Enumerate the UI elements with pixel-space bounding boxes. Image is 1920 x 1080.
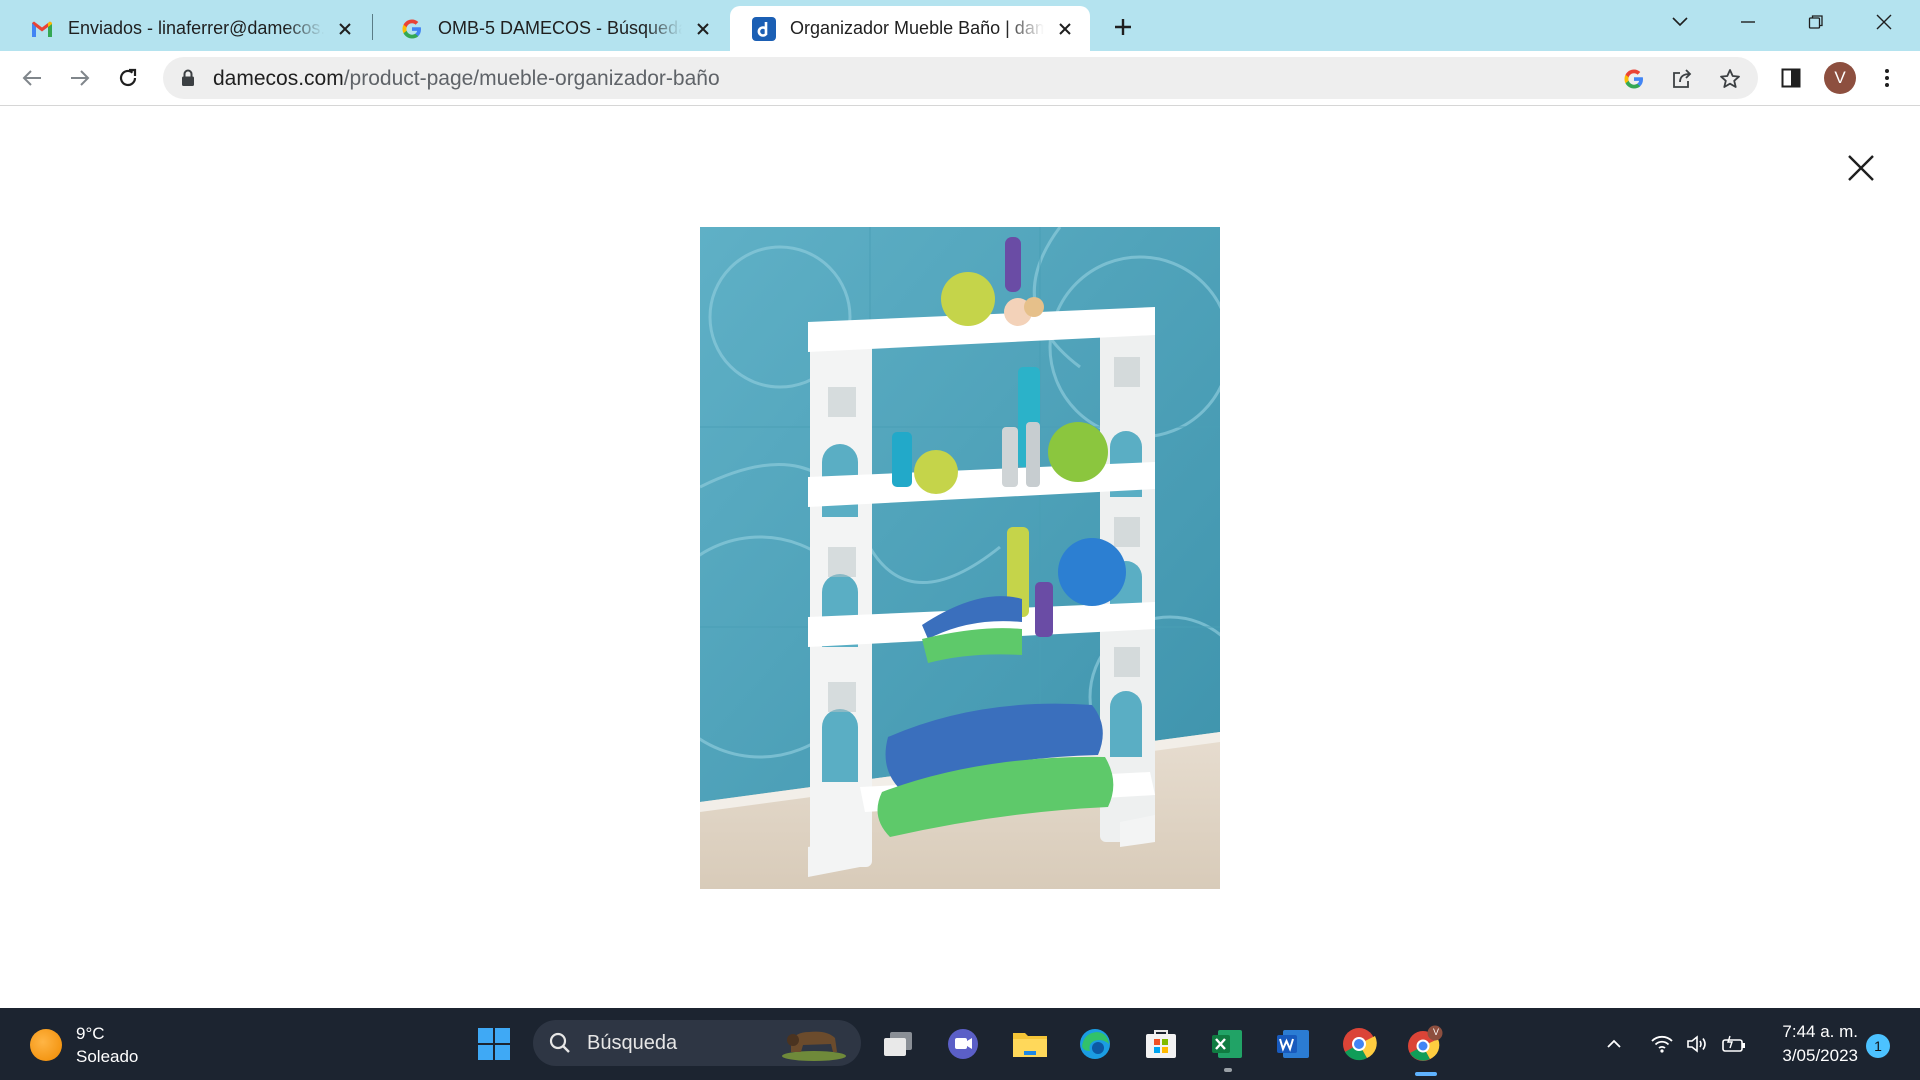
clock-time: 7:44 a. m. [1782,1022,1858,1041]
start-windows-icon[interactable] [474,1024,514,1064]
tab-google-search[interactable]: OMB-5 DAMECOS - Búsqueda de Google [378,6,728,51]
tab-separator [372,14,373,40]
teams-chat-icon[interactable] [943,1024,983,1064]
tab-close-icon[interactable] [1054,18,1076,40]
tab-close-icon[interactable] [692,18,714,40]
lightbox-close-icon[interactable] [1843,150,1879,186]
tab-close-icon[interactable] [334,18,356,40]
tab-gmail[interactable]: Enviados - linaferrer@damecos.com [8,6,370,51]
search-highlight-bison-icon [779,1024,849,1067]
volume-icon[interactable] [1684,1030,1712,1058]
minimize-icon[interactable] [1718,0,1778,44]
google-icon [400,17,424,41]
taskbar-search[interactable]: Búsqueda [533,1020,861,1066]
share-icon[interactable] [1668,65,1696,93]
back-arrow-icon[interactable] [15,61,49,95]
profile-avatar[interactable]: V [1824,62,1856,94]
excel-running-indicator [1224,1068,1232,1072]
microsoft-store-icon[interactable] [1141,1024,1181,1064]
tab-search-chevron-icon[interactable] [1650,0,1710,44]
edge-browser-icon[interactable] [1075,1024,1115,1064]
wifi-icon[interactable] [1648,1030,1676,1058]
reload-icon[interactable] [111,61,145,95]
tab-strip: Enviados - linaferrer@damecos.com OMB-5 … [0,0,1920,51]
side-panel-icon[interactable] [1776,63,1806,93]
url-text: damecos.com/product-page/mueble-organiza… [213,67,720,91]
gmail-icon [30,17,54,41]
weather-condition: Soleado [76,1047,139,1066]
chrome-profile-icon[interactable]: V [1405,1024,1445,1064]
task-view-icon[interactable] [878,1024,918,1064]
sun-icon [30,1029,62,1061]
address-bar[interactable]: damecos.com/product-page/mueble-organiza… [163,57,1758,99]
damecos-icon [752,16,776,41]
excel-icon[interactable] [1207,1024,1247,1064]
weather-widget[interactable]: 9°C Soleado [30,1022,138,1068]
google-lens-icon[interactable] [1620,65,1648,93]
notification-badge[interactable]: 1 [1866,1034,1890,1058]
tab-title: Enviados - linaferrer@damecos.com [68,18,324,38]
windows-taskbar: 9°C Soleado Búsqueda V 7:44 a. m. 3/05/2… [0,1008,1920,1080]
chrome-active-indicator [1415,1072,1437,1076]
clock-date: 3/05/2023 [1782,1046,1858,1065]
battery-charging-icon[interactable] [1720,1030,1748,1058]
tab-title: Organizador Mueble Baño | damecos [790,18,1044,38]
tab-title: OMB-5 DAMECOS - Búsqueda de Google [438,18,682,38]
browser-toolbar: damecos.com/product-page/mueble-organiza… [0,51,1920,106]
file-explorer-icon[interactable] [1010,1024,1050,1064]
weather-temp: 9°C [76,1024,105,1043]
window-close-icon[interactable] [1854,0,1914,44]
chrome-icon[interactable] [1339,1024,1379,1064]
lock-icon[interactable] [181,69,195,92]
chevron-up-icon[interactable] [1600,1030,1628,1058]
kebab-menu-icon[interactable] [1872,63,1902,93]
new-tab-plus-icon[interactable] [1108,12,1138,42]
url-path: /product-page/mueble-organizador-baño [343,67,720,90]
url-domain: damecos.com [213,67,344,90]
search-icon [549,1032,571,1059]
tab-product-page[interactable]: Organizador Mueble Baño | damecos [730,6,1090,51]
bookmark-star-icon[interactable] [1716,65,1744,93]
chrome-profile-badge: V [1433,1027,1440,1037]
restore-icon[interactable] [1786,0,1846,44]
system-clock[interactable]: 7:44 a. m. 3/05/2023 [1760,1020,1858,1068]
search-placeholder: Búsqueda [587,1032,678,1054]
word-icon[interactable] [1273,1024,1313,1064]
forward-arrow-icon[interactable] [63,61,97,95]
product-image [700,227,1220,889]
